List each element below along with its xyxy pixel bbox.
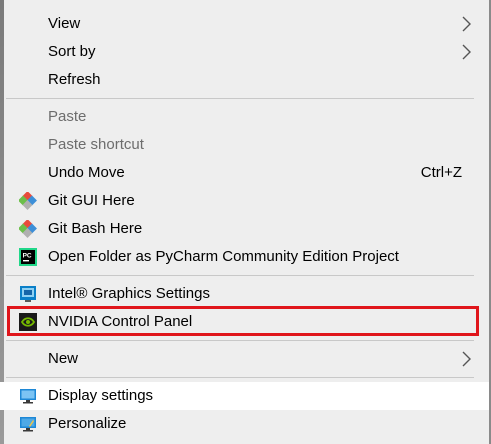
menu-item-nvidia-control-panel[interactable]: NVIDIA Control Panel [0,308,489,336]
git-diamond-icon [19,220,37,238]
menu-separator [6,275,474,276]
menu-item-paste-shortcut-label: Paste shortcut [48,136,144,153]
menu-item-personalize-label: Personalize [48,415,127,432]
chevron-right-icon [462,351,471,367]
menu-item-paste-label: Paste [48,108,87,125]
nvidia-icon [19,313,37,331]
svg-text:PC: PC [23,253,32,260]
menu-item-open-pycharm-label: Open Folder as PyCharm Community Edition… [48,248,399,265]
menu-item-paste[interactable]: Paste [0,103,489,131]
menu-item-paste-shortcut[interactable]: Paste shortcut [0,131,489,159]
menu-item-sort-by-label: Sort by [48,43,96,60]
menu-item-view[interactable]: View [0,10,489,38]
menu-item-personalize[interactable]: Personalize [0,410,489,438]
menu-item-intel-graphics[interactable]: Intel® Graphics Settings [0,280,489,308]
intel-graphics-icon [20,286,36,302]
menu-item-git-bash-label: Git Bash Here [48,220,143,237]
menu-item-open-pycharm[interactable]: PC Open Folder as PyCharm Community Edit… [0,243,489,271]
menu-item-undo-move[interactable]: Undo Move Ctrl+Z [0,159,489,187]
menu-item-git-gui[interactable]: Git GUI Here [0,187,489,215]
menu-item-display-settings[interactable]: Display settings [0,382,489,410]
menu-item-view-label: View [48,15,81,32]
menu-item-sort-by[interactable]: Sort by [0,38,489,66]
git-diamond-icon [19,192,37,210]
menu-item-git-gui-label: Git GUI Here [48,192,135,209]
menu-item-refresh[interactable]: Refresh [0,66,489,94]
menu-separator [6,98,474,99]
desktop-context-menu: View Sort by Refresh Paste Paste shortcu… [0,0,491,444]
chevron-right-icon [462,16,471,32]
menu-item-nvidia-control-panel-label: NVIDIA Control Panel [48,313,193,330]
menu-item-intel-graphics-label: Intel® Graphics Settings [48,285,210,302]
menu-separator [6,340,474,341]
menu-item-undo-move-label: Undo Move [48,164,125,181]
pycharm-icon: PC [19,248,37,266]
menu-item-git-bash[interactable]: Git Bash Here [0,215,489,243]
menu-item-new-label: New [48,350,79,367]
display-icon [20,389,36,404]
menu-separator [6,377,474,378]
menu-item-new[interactable]: New [0,345,489,373]
personalize-icon [20,417,36,432]
menu-item-display-settings-label: Display settings [48,387,154,404]
menu-item-refresh-label: Refresh [48,71,101,88]
undo-shortcut-text: Ctrl+Z [420,164,462,181]
chevron-right-icon [462,44,471,60]
